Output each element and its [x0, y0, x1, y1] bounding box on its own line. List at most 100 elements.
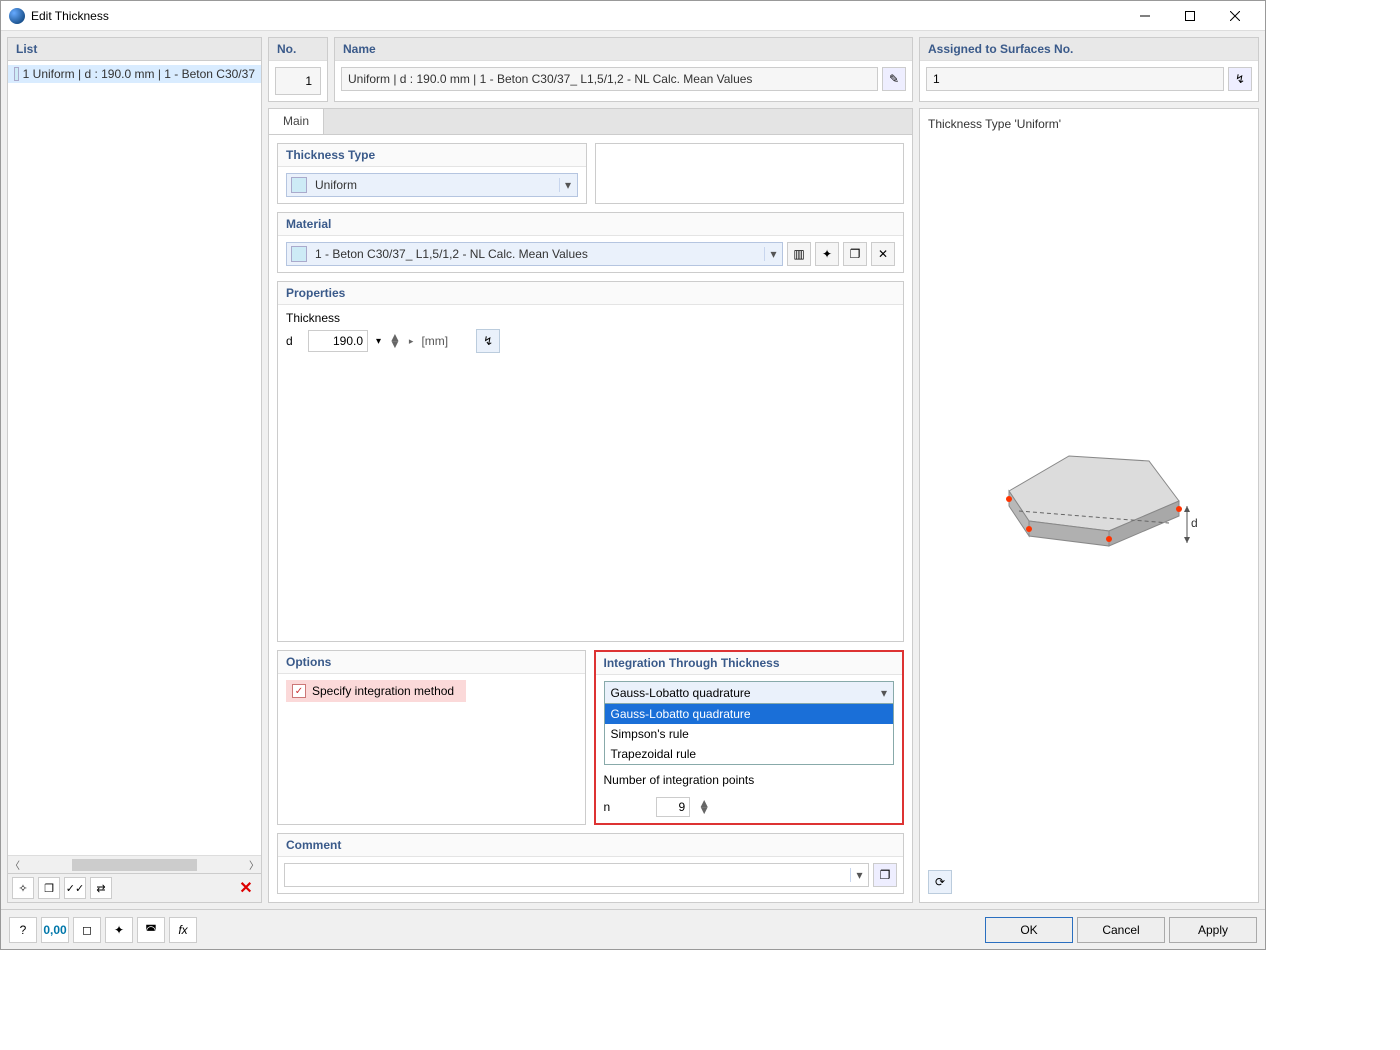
n-label: n — [604, 800, 611, 814]
pick-surfaces-button[interactable]: ↯ — [1228, 67, 1252, 91]
specify-integration-checkbox[interactable]: ✓ Specify integration method — [286, 680, 466, 702]
delete-item-button[interactable]: ✕ — [235, 877, 257, 899]
cloud-icon: ◚ — [145, 923, 157, 937]
new-item-button[interactable]: ✧ — [12, 877, 34, 899]
list-item[interactable]: 1 Uniform | d : 190.0 mm | 1 - Beton C30… — [8, 65, 261, 83]
bottom-bar: ? 0,00 ◻ ✦ ◚ fx OK Cancel Apply — [1, 909, 1265, 949]
fx-button[interactable]: fx — [169, 917, 197, 943]
material-new-button[interactable]: ✦ — [815, 242, 839, 266]
copy-icon: ❐ — [850, 247, 861, 261]
check2-button[interactable]: ⇄ — [90, 877, 112, 899]
pick-icon: ↯ — [1235, 72, 1245, 86]
view3-button[interactable]: ◚ — [137, 917, 165, 943]
view1-button[interactable]: ◻ — [73, 917, 101, 943]
list-item-num: 1 — [23, 67, 30, 81]
assigned-input[interactable] — [926, 67, 1224, 91]
thickness-type-value: Uniform — [311, 178, 559, 192]
horizontal-scrollbar[interactable]: 〈 〉 — [8, 855, 261, 873]
d-unit: [mm] — [421, 334, 448, 348]
edit-name-button[interactable]: ✎ — [882, 67, 906, 91]
no-panel: No. 1 — [268, 37, 328, 102]
spin-down-icon[interactable]: ▼ — [389, 341, 401, 348]
box-icon: ◻ — [82, 923, 92, 937]
comment-combo[interactable]: ▾ — [284, 863, 869, 887]
maximize-button[interactable] — [1167, 2, 1212, 30]
scroll-right-icon[interactable]: 〉 — [249, 857, 259, 872]
thickness-preview-icon: d — [979, 411, 1199, 591]
preview-panel: Thickness Type 'Uniform' d — [919, 108, 1259, 903]
list-toolbar: ✧ ❐ ✓✓ ⇄ ✕ — [8, 873, 261, 902]
check1-button[interactable]: ✓✓ — [64, 877, 86, 899]
minimize-button[interactable] — [1122, 2, 1167, 30]
thickness-type-combo[interactable]: Uniform ▾ — [286, 173, 578, 197]
name-label: Name — [335, 38, 912, 61]
assigned-panel: Assigned to Surfaces No. ↯ — [919, 37, 1259, 102]
pick-icon: ↯ — [483, 334, 493, 348]
cancel-button[interactable]: Cancel — [1077, 917, 1165, 943]
integration-group: Integration Through Thickness Gauss-Loba… — [594, 650, 905, 825]
step-right-icon[interactable]: ▸ — [409, 336, 414, 347]
copy-item-button[interactable]: ❐ — [38, 877, 60, 899]
chevron-down-icon[interactable]: ▾ — [376, 336, 381, 347]
integration-method-combo[interactable]: Gauss-Lobatto quadrature ▾ Gauss-Lobatto… — [604, 681, 895, 765]
material-delete-button[interactable]: ✕ — [871, 242, 895, 266]
thickness-type-label: Thickness Type — [278, 144, 586, 167]
units-icon: 0,00 — [43, 923, 66, 937]
specify-integration-label: Specify integration method — [312, 684, 454, 698]
tab-bar: Main — [268, 108, 913, 134]
preview-column: Thickness Type 'Uniform' d — [919, 108, 1259, 903]
material-combo[interactable]: 1 - Beton C30/37_ L1,5/1,2 - NL Calc. Me… — [286, 242, 783, 266]
checkbox-icon: ✓ — [292, 684, 306, 698]
preview-text: Thickness Type 'Uniform' — [928, 117, 1250, 131]
d-pick-button[interactable]: ↯ — [476, 329, 500, 353]
name-input[interactable] — [341, 67, 878, 91]
material-value: 1 - Beton C30/37_ L1,5/1,2 - NL Calc. Me… — [311, 247, 764, 261]
titlebar: Edit Thickness — [1, 1, 1265, 31]
integration-option[interactable]: Simpson's rule — [605, 724, 894, 744]
svg-text:d: d — [1191, 516, 1198, 530]
close-button[interactable] — [1212, 2, 1257, 30]
list-item-text: Uniform | d : 190.0 mm | 1 - Beton C30/3… — [33, 67, 255, 81]
options-label: Options — [278, 651, 585, 674]
apply-button[interactable]: Apply — [1169, 917, 1257, 943]
book-icon: ▥ — [793, 247, 804, 261]
list-panel: List 1 Uniform | d : 190.0 mm | 1 - Beto… — [7, 37, 262, 903]
form-left: Main Thickness Type Uniform ▾ — [268, 108, 913, 903]
preview-image: d — [928, 131, 1250, 870]
comment-copy-button[interactable]: ❐ — [873, 863, 897, 887]
scroll-left-icon[interactable]: 〈 — [10, 857, 20, 872]
material-copy-button[interactable]: ❐ — [843, 242, 867, 266]
integration-option[interactable]: Gauss-Lobatto quadrature — [605, 704, 894, 724]
integration-option[interactable]: Trapezoidal rule — [605, 744, 894, 764]
d-input[interactable] — [308, 330, 368, 352]
type-swatch — [291, 177, 307, 193]
app-icon — [9, 8, 25, 24]
scroll-thumb[interactable] — [72, 859, 197, 871]
delete-icon: ✕ — [878, 247, 888, 261]
help-button[interactable]: ? — [9, 917, 37, 943]
color-swatch — [14, 67, 19, 81]
list-header: List — [8, 38, 261, 61]
preview-refresh-button[interactable]: ⟳ — [928, 870, 952, 894]
tab-main[interactable]: Main — [269, 109, 324, 134]
n-input[interactable] — [656, 797, 690, 817]
view2-button[interactable]: ✦ — [105, 917, 133, 943]
refresh-icon: ⟳ — [935, 875, 945, 889]
d-spinner[interactable]: ▲▼ — [389, 334, 401, 348]
help-icon: ? — [20, 923, 27, 937]
units-button[interactable]: 0,00 — [41, 917, 69, 943]
material-label: Material — [278, 213, 903, 236]
material-library-button[interactable]: ▥ — [787, 242, 811, 266]
spin-down-icon[interactable]: ▼ — [698, 807, 710, 814]
center-column: No. 1 Name ✎ Assigned to Surfaces No. ↯ — [268, 37, 1259, 903]
main-layout: List 1 Uniform | d : 190.0 mm | 1 - Beto… — [1, 31, 1265, 909]
fx-icon: fx — [178, 923, 187, 937]
no-label: No. — [269, 38, 327, 61]
ok-button[interactable]: OK — [985, 917, 1073, 943]
n-spinner[interactable]: ▲▼ — [698, 800, 710, 814]
list-area: 1 Uniform | d : 190.0 mm | 1 - Beton C30… — [8, 61, 261, 855]
form-wrap: Main Thickness Type Uniform ▾ — [268, 108, 1259, 903]
properties-group: Properties Thickness d ▾ ▲▼ ▸ [mm] ↯ — [277, 281, 904, 642]
chevron-down-icon: ▾ — [559, 178, 577, 192]
comment-label: Comment — [278, 834, 903, 857]
